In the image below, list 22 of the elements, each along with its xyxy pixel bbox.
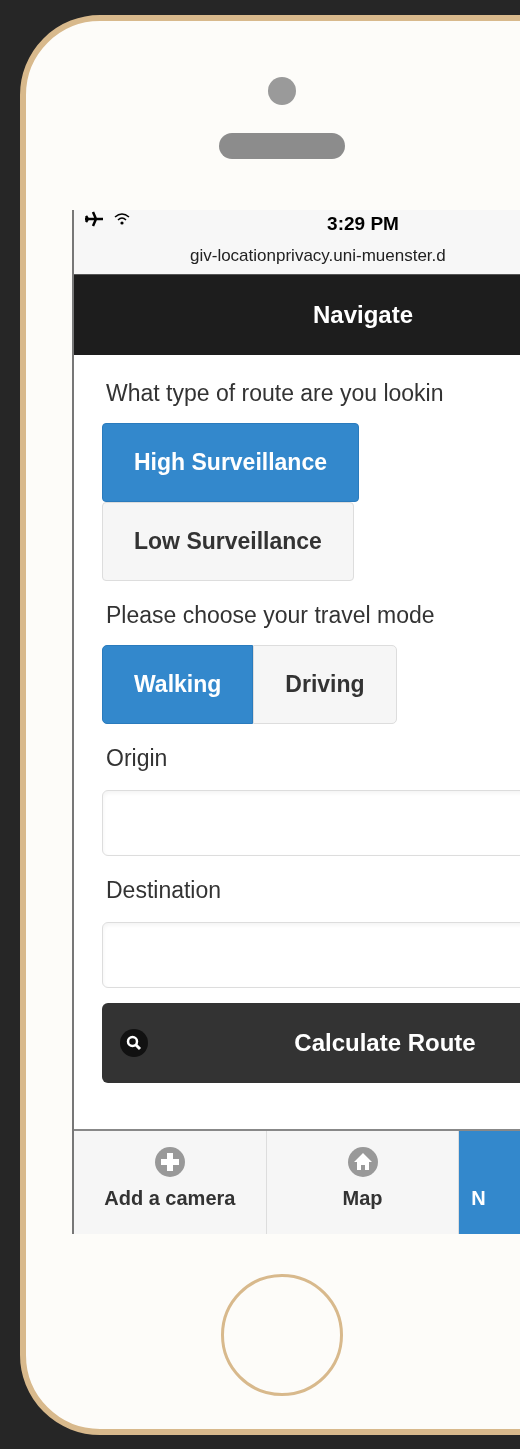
- search-icon: [120, 1029, 148, 1057]
- travel-mode-tab[interactable]: Walking: [102, 645, 254, 724]
- text-input-field[interactable]: [102, 790, 520, 856]
- status-time: 3:29 PM: [327, 212, 399, 236]
- route-question: What type of route are you lookin: [106, 379, 445, 408]
- field-label: Destination: [106, 876, 223, 905]
- travel-mode-tab[interactable]: Driving: [253, 645, 397, 724]
- field-label: Origin: [106, 744, 169, 773]
- calculate-route-button[interactable]: Calculate Route: [102, 1003, 520, 1083]
- plus-icon: [154, 1147, 185, 1177]
- home-icon: [347, 1147, 378, 1177]
- wifi-icon: [114, 213, 130, 225]
- airplane-icon: [84, 210, 104, 228]
- travel-prompt: Please choose your travel mode: [106, 601, 436, 630]
- tab-bar-item[interactable]: N: [459, 1131, 520, 1234]
- route-option-button[interactable]: High Surveillance: [102, 423, 359, 502]
- home-button[interactable]: [221, 1274, 343, 1396]
- text-input-field[interactable]: [102, 922, 520, 988]
- url-text: giv-locationprivacy.uni-muenster.d: [190, 245, 446, 267]
- route-option-button[interactable]: Low Surveillance: [102, 502, 354, 581]
- header-title: Navigate: [312, 300, 413, 330]
- tab-bar-item[interactable]: Add a camera: [74, 1131, 267, 1234]
